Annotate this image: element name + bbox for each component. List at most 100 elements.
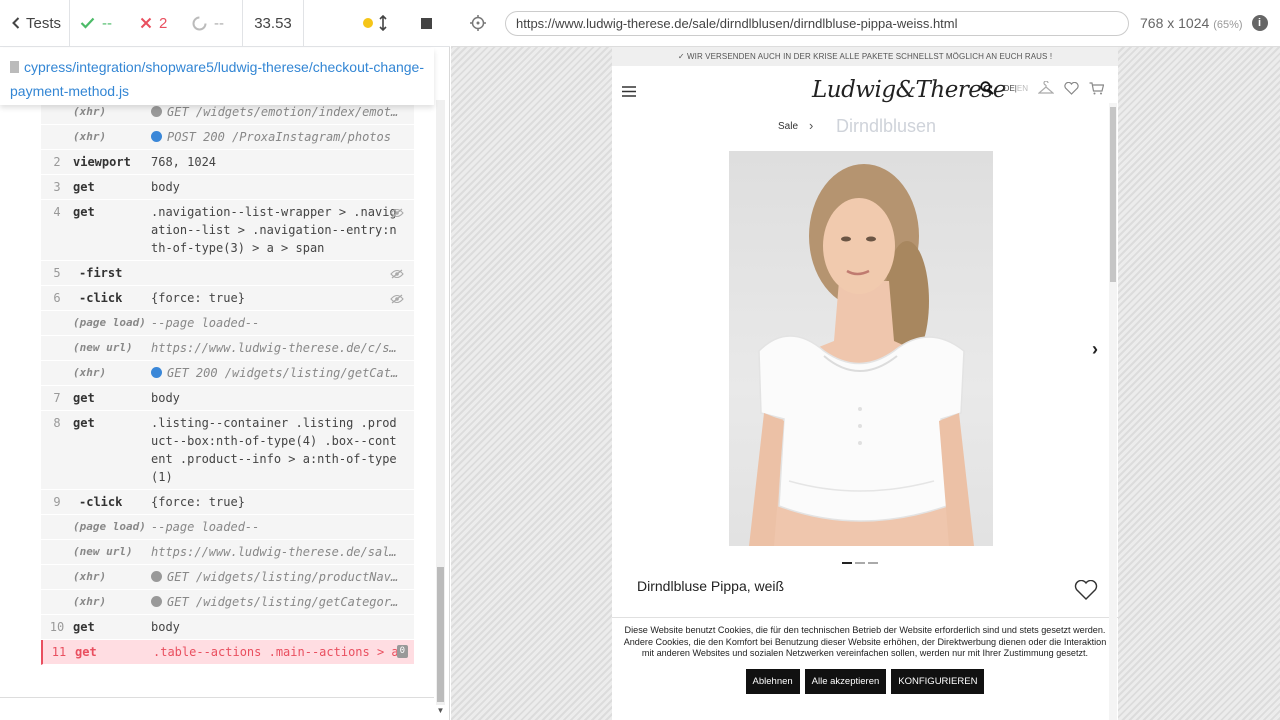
cookie-accept-all-button[interactable]: Alle akzeptieren <box>804 668 887 694</box>
command-number <box>41 364 73 382</box>
site-header: Ludwig&Therese DE|EN <box>612 66 1118 118</box>
command-row[interactable]: 10 get body <box>41 615 414 640</box>
command-message: GET /widgets/listing/productNav… <box>151 568 414 586</box>
reporter-header: Tests -- 2 -- 33.53 <box>0 0 450 47</box>
command-name: get <box>73 205 95 219</box>
wishlist-heart-icon[interactable] <box>1064 81 1079 95</box>
command-row[interactable]: 2 viewport 768, 1024 <box>41 150 414 175</box>
site-scrollbar-thumb[interactable] <box>1110 107 1116 282</box>
command-message-text: body <box>151 180 180 194</box>
command-message <box>151 264 414 282</box>
command-message: body <box>151 178 414 196</box>
command-row[interactable]: (xhr) GET 200 /widgets/listing/getCat… <box>41 361 414 386</box>
command-message: POST 200 /ProxaInstagram/photos <box>151 128 414 146</box>
lang-en[interactable]: EN <box>1017 84 1028 93</box>
command-log: (xhr) GET /widgets/emotion/index/emot… (xh… <box>41 100 414 665</box>
command-number: 10 <box>49 620 65 634</box>
command-row[interactable]: (page load) --page loaded-- <box>41 311 414 336</box>
site-scrollbar[interactable] <box>1109 103 1117 720</box>
command-row-failed[interactable]: 11 get .table--actions .main--actions > a0 <box>41 640 414 665</box>
product-image[interactable] <box>729 151 993 546</box>
command-row[interactable]: (xhr) POST 200 /ProxaInstagram/photos <box>41 125 414 150</box>
command-row[interactable]: 6 -click {force: true} <box>41 286 414 311</box>
cookie-consent-banner: Diese Website benutzt Cookies, die für d… <box>612 617 1118 720</box>
lang-de[interactable]: DE <box>1004 84 1015 93</box>
command-name: (page load) <box>73 316 146 329</box>
command-row[interactable]: 8 get .listing--container .listing .produc… <box>41 411 414 490</box>
breadcrumb: Sale › Dirndlblusen <box>612 116 1118 139</box>
xhr-status-dot-icon <box>151 106 162 117</box>
command-number: 5 <box>53 266 61 280</box>
spec-file-path[interactable]: cypress/integration/shopware5/ludwig-the… <box>10 59 424 99</box>
command-row[interactable]: 5 -first <box>41 261 414 286</box>
command-row[interactable]: (new url) https://www.ludwig-therese.de/c… <box>41 336 414 361</box>
command-message-text: .navigation--list-wrapper > .navigation-… <box>151 205 397 255</box>
command-message: .table--actions .main--actions > a <box>153 643 414 661</box>
cookie-configure-button[interactable]: KONFIGURIEREN <box>891 668 985 694</box>
cookie-reject-button[interactable]: Ablehnen <box>745 668 800 694</box>
search-icon[interactable] <box>979 81 994 95</box>
breadcrumb-sale[interactable]: Sale <box>778 121 798 132</box>
product-photo-illustration <box>749 164 974 546</box>
account-hanger-icon[interactable] <box>1038 81 1054 95</box>
x-icon <box>140 17 152 29</box>
command-message-text: GET /widgets/listing/productNav… <box>167 570 399 584</box>
image-next-arrow-icon[interactable]: › <box>1092 339 1098 360</box>
command-number: 8 <box>53 416 61 430</box>
command-row[interactable]: 3 get body <box>41 175 414 200</box>
xhr-status-dot-icon <box>151 571 162 582</box>
chevron-left-icon <box>12 17 20 29</box>
scroll-down-arrow-icon[interactable]: ▼ <box>436 706 445 716</box>
tests-back-button[interactable]: Tests <box>0 0 70 46</box>
command-message-text: GET /widgets/emotion/index/emot… <box>167 105 399 119</box>
command-row[interactable]: 7 get body <box>41 386 414 411</box>
stop-button[interactable] <box>421 17 432 29</box>
command-message-text: POST 200 /ProxaInstagram/photos <box>167 130 391 144</box>
command-message: .listing--container .listing .product--b… <box>151 414 414 486</box>
add-to-wishlist-heart-icon[interactable] <box>1074 580 1098 601</box>
command-name: get <box>73 391 95 405</box>
image-pager <box>842 562 878 564</box>
pending-count: -- <box>182 0 242 46</box>
failed-count: 2 <box>130 0 182 46</box>
command-name: (new url) <box>73 545 133 558</box>
crosshair-icon <box>470 15 486 31</box>
command-number <box>41 314 73 332</box>
passed-value: -- <box>102 14 112 32</box>
selector-playground-button[interactable] <box>451 15 505 31</box>
cookie-text: Diese Website benutzt Cookies, die für d… <box>623 625 1107 658</box>
command-message: 768, 1024 <box>151 153 414 171</box>
command-row[interactable]: (xhr) GET /widgets/listing/getCategor… <box>41 590 414 615</box>
command-row[interactable]: (page load) --page loaded-- <box>41 515 414 540</box>
breadcrumb-category[interactable]: Dirndlblusen <box>836 116 936 137</box>
header-icons: DE|EN <box>979 81 1104 95</box>
command-name: get <box>75 645 97 659</box>
command-message-text: --page loaded-- <box>151 316 260 330</box>
command-row[interactable]: 9 -click {force: true} <box>41 490 414 515</box>
command-row[interactable]: (new url) https://www.ludwig-therese.de/s… <box>41 540 414 565</box>
language-switch[interactable]: DE|EN <box>1004 84 1028 93</box>
pager-dot-active[interactable] <box>842 562 852 564</box>
reporter-scrollbar[interactable] <box>436 100 445 705</box>
command-name: (xhr) <box>73 105 107 118</box>
pager-dot[interactable] <box>855 562 865 564</box>
site-logo[interactable]: Ludwig&Therese <box>812 77 1006 103</box>
command-name: (xhr) <box>73 570 107 583</box>
product-title: Dirndlbluse Pippa, weiß <box>637 578 785 594</box>
cart-icon[interactable] <box>1089 81 1104 95</box>
info-icon[interactable]: i <box>1251 15 1268 31</box>
aut-panel: https://www.ludwig-therese.de/sale/dirnd… <box>451 0 1280 720</box>
chevron-right-icon: › <box>809 118 814 133</box>
command-name: -click <box>79 291 123 305</box>
pager-dot[interactable] <box>868 562 878 564</box>
command-message-text: body <box>151 620 180 634</box>
reporter-scrollbar-thumb[interactable] <box>437 567 444 702</box>
xhr-status-dot-icon <box>151 596 162 607</box>
command-row[interactable]: (xhr) GET /widgets/listing/productNav… <box>41 565 414 590</box>
hamburger-menu-icon[interactable] <box>622 86 636 97</box>
command-name: (new url) <box>73 341 133 354</box>
command-row[interactable]: 4 get .navigation--list-wrapper > .navigat… <box>41 200 414 261</box>
command-message-text: https://www.ludwig-therese.de/sale… <box>151 545 404 559</box>
url-field[interactable]: https://www.ludwig-therese.de/sale/dirnd… <box>505 10 1129 36</box>
autoscroll-toggle-icon[interactable] <box>379 15 387 31</box>
